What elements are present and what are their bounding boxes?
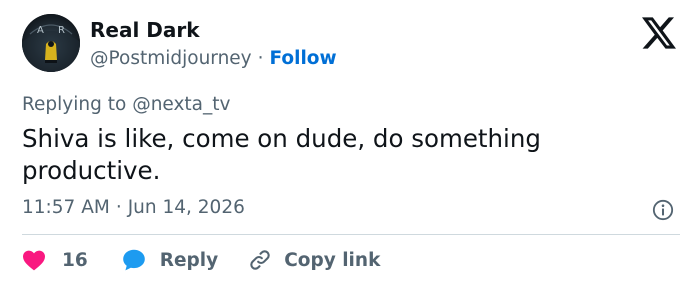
author-meta: @Postmidjourney · Follow xyxy=(90,48,337,70)
link-icon xyxy=(250,250,270,270)
author-handle[interactable]: @Postmidjourney xyxy=(90,48,252,69)
avatar[interactable]: A R xyxy=(22,14,80,72)
replying-handle[interactable]: @nexta_tv xyxy=(132,94,230,115)
author-name[interactable]: Real Dark xyxy=(90,20,200,40)
x-logo-icon[interactable] xyxy=(642,17,676,49)
avatar-letter-r: R xyxy=(58,25,65,36)
info-icon[interactable] xyxy=(652,199,674,221)
reply-label: Reply xyxy=(159,249,219,271)
timestamp-separator: · xyxy=(115,197,122,218)
heart-icon xyxy=(23,250,45,271)
meta-separator: · xyxy=(257,48,264,69)
follow-button[interactable]: Follow xyxy=(270,48,337,69)
tweet-time: 11:57 AM xyxy=(22,197,110,218)
reply-button[interactable]: Reply xyxy=(122,248,218,272)
action-bar: 16 Reply Copy link xyxy=(22,247,380,273)
like-count: 16 xyxy=(62,249,88,271)
divider xyxy=(22,234,680,235)
like-button[interactable]: 16 xyxy=(22,249,88,271)
tweet-text: Shiva is like, come on dude, do somethin… xyxy=(22,124,541,185)
copy-link-label: Copy link xyxy=(284,249,381,271)
timestamp[interactable]: 11:57 AM · Jun 14, 2026 xyxy=(22,197,245,219)
copy-link-button[interactable]: Copy link xyxy=(248,248,380,272)
avatar-letter-a: A xyxy=(37,25,44,36)
tweet-date: Jun 14, 2026 xyxy=(127,197,245,218)
replying-prefix: Replying to xyxy=(22,94,127,115)
replying-to: Replying to @nexta_tv xyxy=(22,94,230,116)
tweet-card: A R Real Dark @Postmidjourney · Follow Rep… xyxy=(0,0,700,287)
speech-bubble-icon xyxy=(122,249,145,271)
